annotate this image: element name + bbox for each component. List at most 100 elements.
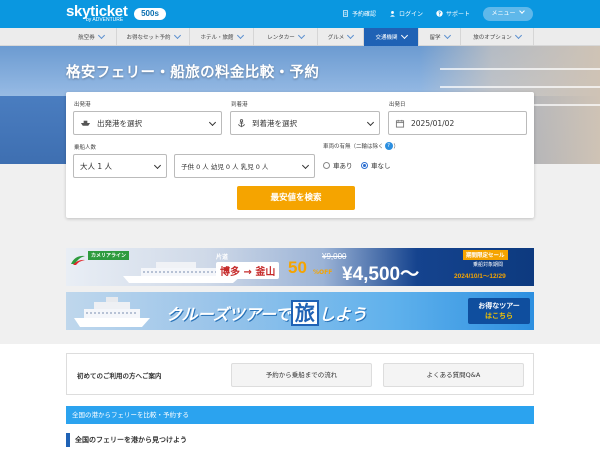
- deck-rail: [440, 68, 600, 70]
- chevron-down-icon: [97, 31, 105, 40]
- sale-label: 期間限定セール: [463, 250, 508, 260]
- discount-unit: %OFF: [313, 269, 333, 276]
- support-label: サポート: [446, 11, 471, 18]
- nav-label: お得なセット予約: [126, 35, 171, 41]
- nav-item-study-abroad[interactable]: 留学: [419, 28, 461, 46]
- arrival-label: 到着港: [231, 102, 248, 108]
- departure-label: 出発港: [74, 102, 91, 108]
- chevron-down-icon: [519, 8, 526, 14]
- sale-price: ¥4,500〜: [342, 264, 420, 285]
- tagline-before: クルーズツアーで: [166, 305, 291, 324]
- camellia-logo-icon: [71, 255, 85, 265]
- vehicle-yes-radio[interactable]: [323, 161, 330, 169]
- login-link[interactable]: ログイン: [389, 9, 423, 18]
- reservation-check-link[interactable]: 予約確認: [342, 9, 376, 18]
- adults-select[interactable]: 大人 1 人: [73, 154, 167, 178]
- departure-port-value: 出発港を選択: [97, 118, 142, 128]
- nav-item-set-deals[interactable]: お得なセット予約: [117, 28, 190, 46]
- nav-label: 留学: [429, 35, 441, 41]
- chevron-down-icon: [347, 31, 355, 40]
- chevron-down-icon: [153, 161, 162, 170]
- tagline-highlight: 旅: [290, 300, 319, 326]
- page-title: 格安フェリー・船旅の料金比較・予約: [66, 65, 320, 81]
- route-label: 博多 → 釜山: [216, 262, 280, 279]
- nav-label: レンタカー: [267, 35, 295, 41]
- chevron-down-icon: [173, 31, 181, 40]
- nav-item-transport[interactable]: 交通機関: [364, 28, 419, 46]
- nav-label: 交通機関: [375, 35, 398, 41]
- help-icon[interactable]: ?: [384, 142, 393, 150]
- faq-button[interactable]: よくある質問Q&A: [383, 363, 524, 387]
- departure-date-input[interactable]: 2025/01/02: [388, 111, 527, 135]
- passengers-label: 乗船人数: [74, 145, 97, 151]
- help-icon: ?: [436, 10, 443, 17]
- menu-button[interactable]: メニュー: [483, 7, 533, 21]
- nav-label: 航空券: [78, 35, 95, 41]
- discount-value: 50: [288, 258, 307, 277]
- cta-line-1: お得なツアー: [478, 302, 520, 310]
- date-label: 出発日: [389, 102, 406, 108]
- children-value: 子供 0 人 幼児 0 人 乳児 0 人: [181, 163, 269, 171]
- anchor-icon: [237, 118, 246, 127]
- deck-rail: [440, 86, 600, 88]
- trip-type: 片道: [216, 254, 229, 261]
- nav-item-gourmet[interactable]: グルメ: [318, 28, 364, 46]
- vehicle-label-close: ）: [393, 144, 400, 150]
- vehicle-label-row: 車両の有無（二輪は除く ? ）: [323, 142, 399, 150]
- chevron-down-icon: [301, 161, 310, 170]
- chevron-down-icon: [208, 118, 217, 127]
- chevron-down-icon: [443, 31, 451, 40]
- chevron-down-icon: [236, 31, 244, 40]
- top-header: skyticket by ADVENTURE 500s 予約確認 ログイン ? …: [0, 0, 600, 28]
- chevron-down-icon: [514, 31, 522, 40]
- svg-text:?: ?: [438, 11, 441, 17]
- ferry-sale-banner[interactable]: カメリアライン 片道 博多 → 釜山 50 %OFF ¥9,000 ¥4,500…: [66, 248, 534, 286]
- nav-label: 旅のオプション: [473, 35, 512, 41]
- arrival-port-value: 到着港を選択: [252, 118, 297, 128]
- user-icon: [390, 11, 395, 17]
- compare-ferry-bar[interactable]: 全国の港からフェリーを比較・予約する: [66, 406, 534, 424]
- vehicle-yes-label: 車あり: [333, 162, 353, 170]
- nav-item-travel-options[interactable]: 旅のオプション: [461, 28, 534, 46]
- ferry-search-form: 出発港 出発港を選択 到着港 到着港を選択 出発日 2025/01/02 乗船人…: [66, 92, 534, 218]
- logo-subtitle: by ADVENTURE: [86, 17, 124, 23]
- departure-date-value: 2025/01/02: [411, 118, 455, 128]
- section-heading: 全国のフェリーを港から見つけよう: [66, 433, 187, 447]
- search-submit-button[interactable]: 最安値を検索: [237, 186, 355, 210]
- nav-item-rental-car[interactable]: レンタカー: [254, 28, 318, 46]
- vehicle-yes-option[interactable]: 車あり: [323, 160, 353, 170]
- children-select[interactable]: 子供 0 人 幼児 0 人 乳児 0 人: [174, 154, 315, 178]
- vehicle-no-radio[interactable]: [361, 161, 368, 169]
- nav-label: グルメ: [327, 35, 345, 41]
- adults-value: 大人 1 人: [80, 161, 113, 171]
- departure-port-select[interactable]: 出発港を選択: [73, 111, 222, 135]
- reservation-check-label: 予約確認: [352, 11, 377, 18]
- login-label: ログイン: [399, 11, 424, 18]
- category-nav: 航空券 お得なセット予約 ホテル・旅館 レンタカー グルメ 交通機関 留学 旅の…: [0, 28, 600, 46]
- document-icon: [343, 10, 348, 17]
- support-link[interactable]: ? サポート: [436, 9, 470, 18]
- first-time-guide: 初めてのご利用の方へご案内 予約から乗船までの流れ よくある質問Q&A: [66, 353, 534, 395]
- arrival-port-select[interactable]: 到着港を選択: [230, 111, 380, 135]
- booking-flow-button[interactable]: 予約から乗船までの流れ: [231, 363, 372, 387]
- tagline-after: しよう: [318, 305, 367, 324]
- guide-title: 初めてのご利用の方へご案内: [77, 372, 162, 380]
- nav-item-hotels[interactable]: ホテル・旅館: [190, 28, 254, 46]
- cruise-cta-button[interactable]: お得なツアー はこちら: [468, 298, 530, 324]
- cruise-tagline: クルーズツアーで 旅 しよう: [166, 300, 367, 326]
- chevron-down-icon: [400, 31, 408, 40]
- nav-item-flights[interactable]: 航空券: [66, 28, 117, 46]
- cruise-tour-banner[interactable]: クルーズツアーで 旅 しよう お得なツアー はこちら: [66, 292, 534, 330]
- cruise-ship-image: [74, 297, 150, 327]
- chevron-down-icon: [297, 31, 305, 40]
- vehicle-no-label: 車なし: [371, 162, 391, 170]
- vehicle-no-option[interactable]: 車なし: [361, 160, 391, 170]
- menu-label: メニュー: [491, 10, 516, 17]
- 500s-badge[interactable]: 500s: [134, 8, 166, 20]
- period-label: 乗船対象期間: [473, 262, 504, 268]
- company-label: カメリアライン: [88, 251, 130, 260]
- chevron-down-icon: [366, 118, 375, 127]
- cta-line-2: はこちら: [485, 312, 513, 320]
- sale-period: 2024/10/1〜12/29: [454, 273, 506, 280]
- vehicle-label: 車両の有無（二輪は除く: [323, 144, 384, 150]
